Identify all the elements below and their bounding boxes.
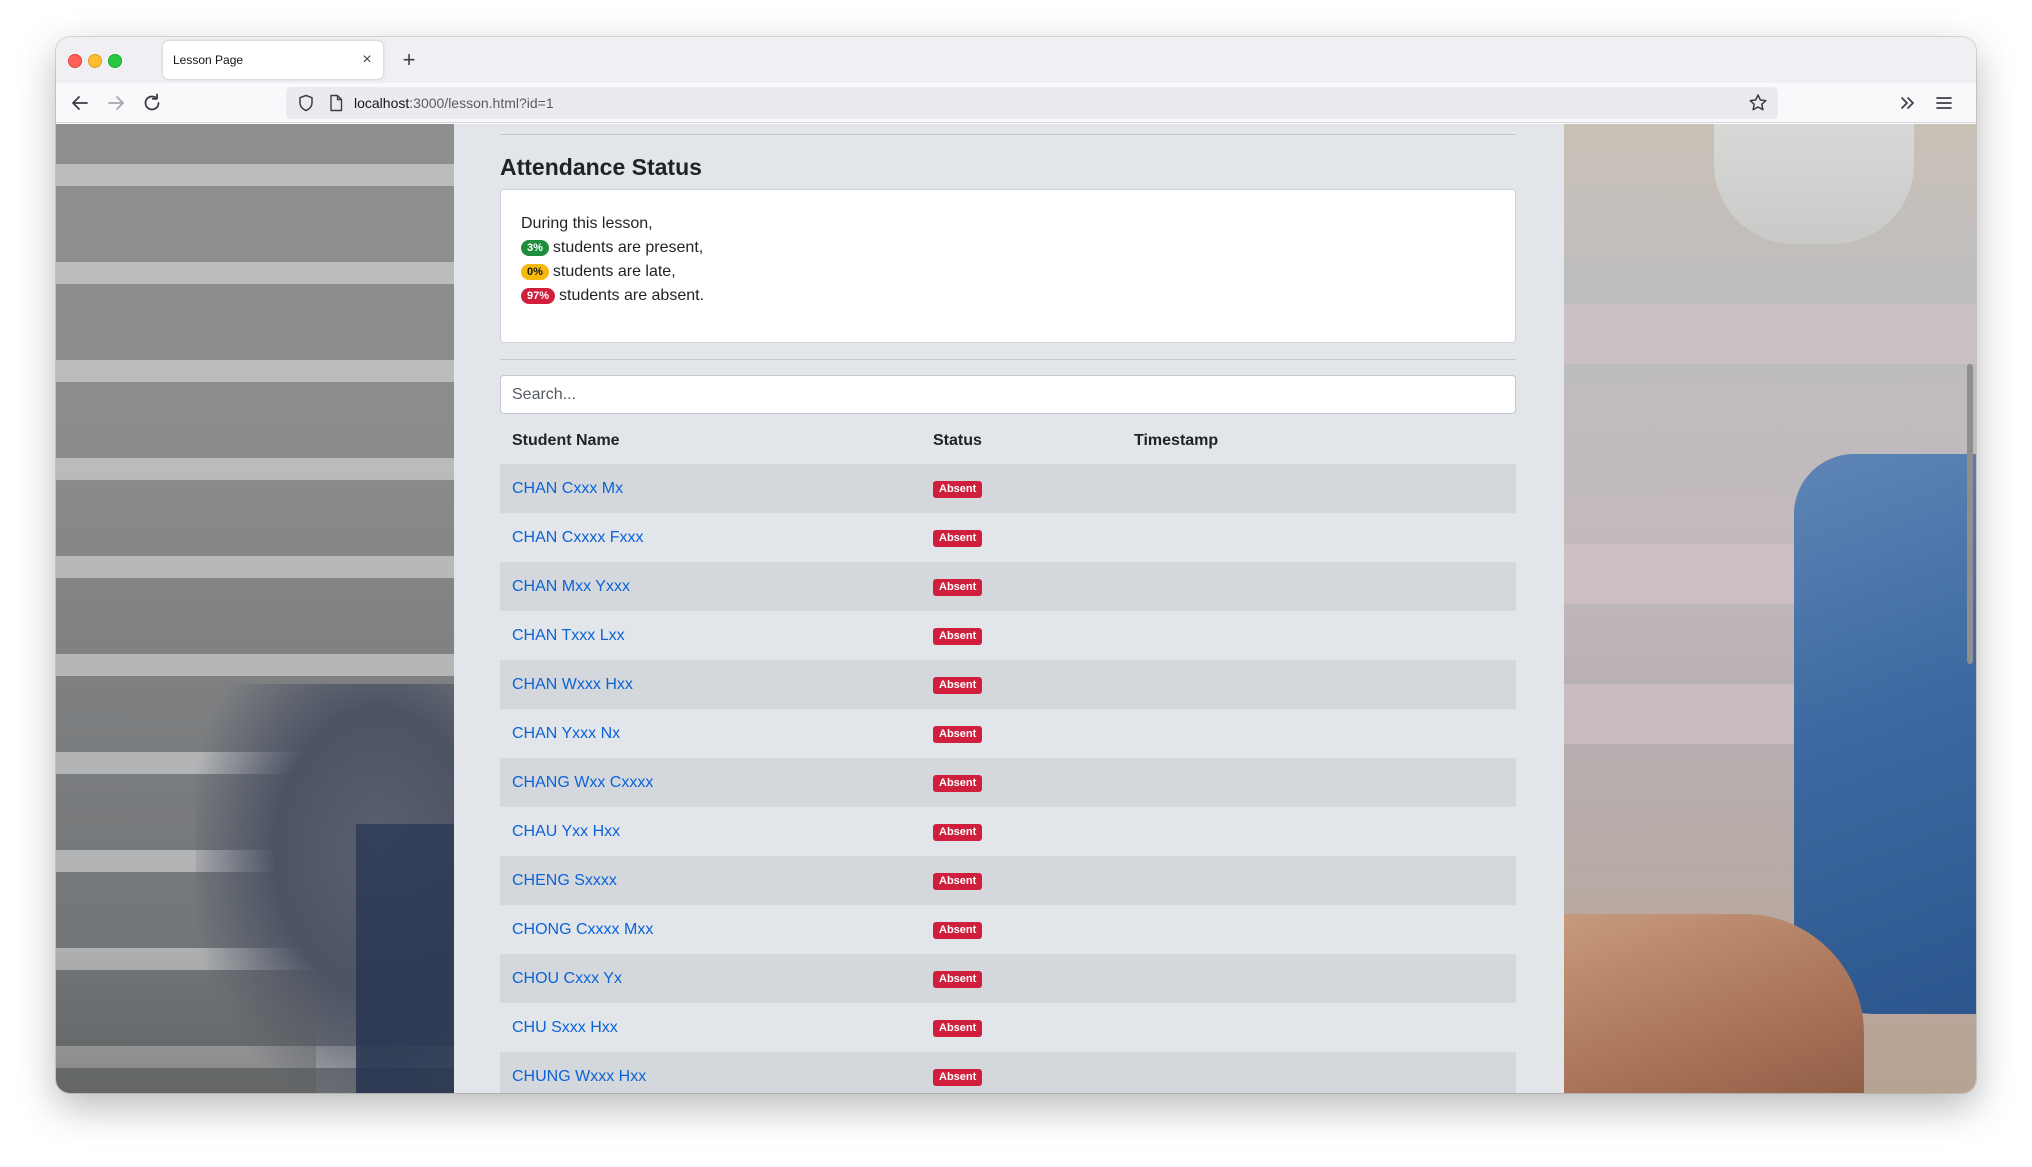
attendance-table: Student Name Status Timestamp CHAN Cxxx … bbox=[500, 418, 1516, 1093]
column-header-status: Status bbox=[933, 432, 982, 449]
table-body: CHAN Cxxx Mx Absent CHAN Cxxxx Fxxx Absent C… bbox=[500, 464, 1516, 1093]
status-badge: Absent bbox=[933, 481, 983, 498]
forward-arrow-icon[interactable] bbox=[104, 91, 128, 115]
absent-text: students are absent. bbox=[559, 287, 705, 304]
student-name-link[interactable]: CHUNG Wxxx Hxx bbox=[512, 1052, 646, 1093]
summary-absent-line: 97% students are absent. bbox=[521, 284, 704, 308]
student-name-link[interactable]: CHAN Yxxx Nx bbox=[512, 709, 620, 758]
status-badge: Absent bbox=[933, 775, 983, 792]
window-close-button[interactable] bbox=[68, 54, 82, 68]
status-badge: Absent bbox=[933, 628, 983, 645]
background-photo-left bbox=[56, 124, 476, 1093]
student-name-link[interactable]: CHAN Wxxx Hxx bbox=[512, 660, 633, 709]
student-name-link[interactable]: CHENG Sxxxx bbox=[512, 856, 617, 905]
page-scrollbar-thumb[interactable] bbox=[1967, 364, 1973, 664]
table-header-row: Student Name Status Timestamp bbox=[500, 418, 1516, 464]
table-row: CHUNG Wxxx Hxx Absent bbox=[500, 1052, 1516, 1093]
absent-percentage-badge: 97% bbox=[521, 288, 556, 304]
summary-intro: During this lesson, bbox=[521, 215, 653, 232]
present-percentage-badge: 3% bbox=[521, 240, 549, 256]
attendance-summary-card: During this lesson, 3% students are prese… bbox=[500, 189, 1516, 343]
present-text: students are present, bbox=[552, 239, 704, 256]
student-name-link[interactable]: CHANG Wxx Cxxxx bbox=[512, 758, 653, 807]
column-header-timestamp: Timestamp bbox=[1134, 432, 1219, 449]
table-row: CHOU Cxxx Yx Absent bbox=[500, 954, 1516, 1003]
table-row: CHANG Wxx Cxxxx Absent bbox=[500, 758, 1516, 807]
table-row: CHU Sxxx Hxx Absent bbox=[500, 1003, 1516, 1052]
reload-icon[interactable] bbox=[140, 91, 164, 115]
student-name-link[interactable]: CHAN Mxx Yxxx bbox=[512, 562, 630, 611]
page-info-icon[interactable] bbox=[326, 93, 346, 113]
tab-strip: Lesson Page × + bbox=[56, 37, 1976, 83]
url-host: localhost bbox=[354, 95, 410, 111]
late-percentage-badge: 0% bbox=[521, 264, 549, 280]
window-minimize-button[interactable] bbox=[88, 54, 102, 68]
address-bar[interactable]: localhost:3000/lesson.html?id=1 bbox=[286, 87, 1778, 119]
column-header-student-name: Student Name bbox=[512, 432, 620, 449]
page-viewport: Attendance Status During this lesson, 3%… bbox=[56, 124, 1976, 1093]
tab-lesson-page[interactable]: Lesson Page × bbox=[163, 41, 383, 79]
status-badge: Absent bbox=[933, 922, 983, 939]
tab-title: Lesson Page bbox=[173, 53, 244, 67]
table-row: CHAN Txxx Lxx Absent bbox=[500, 611, 1516, 660]
table-row: CHAN Cxxx Mx Absent bbox=[500, 464, 1516, 513]
url-path: :3000/lesson.html?id=1 bbox=[409, 95, 554, 111]
url-text: localhost:3000/lesson.html?id=1 bbox=[354, 87, 554, 119]
back-arrow-icon[interactable] bbox=[68, 91, 92, 115]
new-tab-button[interactable]: + bbox=[396, 47, 422, 73]
status-badge: Absent bbox=[933, 824, 983, 841]
status-badge: Absent bbox=[933, 726, 983, 743]
status-badge: Absent bbox=[933, 1069, 983, 1086]
status-badge: Absent bbox=[933, 971, 983, 988]
hamburger-menu-icon[interactable] bbox=[1932, 91, 1956, 115]
tab-close-icon[interactable]: × bbox=[359, 52, 375, 68]
divider bbox=[500, 134, 1516, 135]
table-row: CHAU Yxx Hxx Absent bbox=[500, 807, 1516, 856]
search-input[interactable] bbox=[500, 375, 1516, 414]
background-photo-right bbox=[1564, 124, 1976, 1093]
student-name-link[interactable]: CHAN Txxx Lxx bbox=[512, 611, 625, 660]
status-badge: Absent bbox=[933, 1020, 983, 1037]
attendance-status-heading: Attendance Status bbox=[500, 154, 702, 180]
student-name-link[interactable]: CHAN Cxxxx Fxxx bbox=[512, 513, 644, 562]
bookmark-star-icon[interactable] bbox=[1746, 91, 1770, 115]
table-row: CHONG Cxxxx Mxx Absent bbox=[500, 905, 1516, 954]
status-badge: Absent bbox=[933, 873, 983, 890]
student-name-link[interactable]: CHAN Cxxx Mx bbox=[512, 464, 623, 513]
table-row: CHENG Sxxxx Absent bbox=[500, 856, 1516, 905]
status-badge: Absent bbox=[933, 530, 983, 547]
navigation-bar: localhost:3000/lesson.html?id=1 bbox=[56, 83, 1976, 123]
student-name-link[interactable]: CHONG Cxxxx Mxx bbox=[512, 905, 653, 954]
window-maximize-button[interactable] bbox=[108, 54, 122, 68]
main-content-panel: Attendance Status During this lesson, 3%… bbox=[454, 124, 1564, 1093]
summary-present-line: 3% students are present, bbox=[521, 236, 704, 260]
shield-icon[interactable] bbox=[296, 93, 316, 113]
summary-late-line: 0% students are late, bbox=[521, 260, 704, 284]
table-row: CHAN Cxxxx Fxxx Absent bbox=[500, 513, 1516, 562]
table-row: CHAN Wxxx Hxx Absent bbox=[500, 660, 1516, 709]
table-row: CHAN Yxxx Nx Absent bbox=[500, 709, 1516, 758]
divider bbox=[500, 359, 1516, 360]
browser-window: Lesson Page × + localhost:3000/lesson.ht… bbox=[56, 37, 1976, 1093]
status-badge: Absent bbox=[933, 677, 983, 694]
overflow-chevrons-icon[interactable] bbox=[1896, 91, 1920, 115]
student-name-link[interactable]: CHU Sxxx Hxx bbox=[512, 1003, 618, 1052]
status-badge: Absent bbox=[933, 579, 983, 596]
student-name-link[interactable]: CHAU Yxx Hxx bbox=[512, 807, 620, 856]
table-row: CHAN Mxx Yxxx Absent bbox=[500, 562, 1516, 611]
student-name-link[interactable]: CHOU Cxxx Yx bbox=[512, 954, 622, 1003]
late-text: students are late, bbox=[552, 263, 676, 280]
